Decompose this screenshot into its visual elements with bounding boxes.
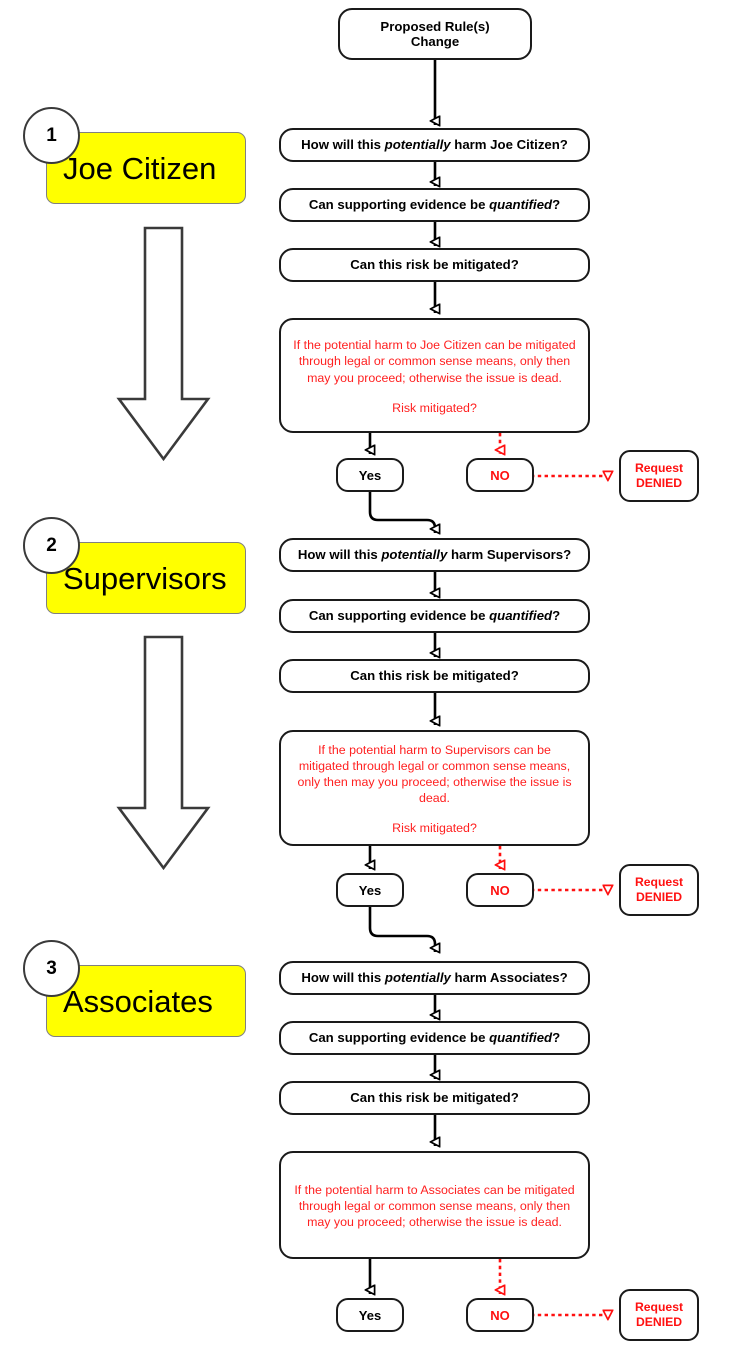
- denied-line-1a: Request: [634, 461, 684, 476]
- statement-box-3: If the potential harm to Associates can …: [279, 1151, 590, 1259]
- question-potential-harm-2: How will this potentially harm Superviso…: [279, 538, 590, 572]
- question-evidence-quantified-2: Can supporting evidence be quantified?: [279, 599, 590, 633]
- step-number-1: 1: [23, 107, 80, 164]
- statement-text-2: If the potential harm to Supervisors can…: [297, 742, 572, 806]
- title-line-2: Change: [410, 34, 460, 49]
- question-risk-mitigated-2: Can this risk be mitigated?: [279, 659, 590, 693]
- q1-em-3: potentially: [384, 970, 451, 986]
- q2-post-1: ?: [552, 197, 561, 213]
- q2-pre-1: Can supporting evidence be: [308, 197, 490, 213]
- question-text-3c: Can this risk be mitigated?: [350, 1090, 519, 1106]
- question-text-1a: How will this potentially harm Joe Citiz…: [301, 137, 568, 152]
- statement-box-2: If the potential harm to Supervisors can…: [279, 730, 590, 846]
- request-denied-box-3: Request DENIED: [619, 1289, 699, 1341]
- request-denied-box-1: Request DENIED: [619, 450, 699, 502]
- question-potential-harm-1: How will this potentially harm Joe Citiz…: [279, 128, 590, 162]
- question-text-2b2: Can supporting evidence be quantified?: [309, 608, 560, 623]
- q1-pre-3: How will this: [301, 970, 385, 986]
- q2-em-1: quantified: [489, 197, 553, 213]
- q1-post-3: harm Associates?: [450, 970, 568, 986]
- denied-line-2b: DENIED: [635, 890, 683, 904]
- question-text-3b3: Can supporting evidence be quantified?: [309, 1030, 560, 1045]
- q2-em-2: quantified: [489, 608, 553, 624]
- q1-pre-2: How will this: [297, 547, 382, 563]
- yes-box-1: Yes: [336, 458, 404, 492]
- question-text-3a: Can this risk be mitigated?: [350, 257, 519, 273]
- step-number-text-3: 3: [46, 957, 57, 979]
- q2-post-3: ?: [552, 1030, 561, 1046]
- question-text-2a: Can supporting evidence be quantified?: [309, 197, 560, 212]
- no-label-3: NO: [490, 1307, 510, 1323]
- q2-pre-3: Can supporting evidence be: [308, 1030, 490, 1046]
- denied-line-2a: Request: [634, 875, 684, 890]
- question-text-3a3: How will this potentially harm Associate…: [301, 970, 567, 985]
- group-label-text-3: Associates: [63, 983, 213, 1019]
- question-text-2a2: How will this potentially harm Superviso…: [298, 547, 571, 562]
- q2-pre-2: Can supporting evidence be: [308, 608, 490, 624]
- step-number-3: 3: [23, 940, 80, 997]
- q1-pre-1: How will this: [301, 137, 385, 153]
- question-risk-mitigated-3: Can this risk be mitigated?: [279, 1081, 590, 1115]
- big-down-arrow-icon-1: [116, 226, 211, 462]
- no-box-3: NO: [466, 1298, 534, 1332]
- denied-line-3a: Request: [634, 1300, 684, 1315]
- yes-box-3: Yes: [336, 1298, 404, 1332]
- question-text-3b: Can this risk be mitigated?: [350, 668, 519, 684]
- yes-box-2: Yes: [336, 873, 404, 907]
- question-potential-harm-3: How will this potentially harm Associate…: [279, 961, 590, 995]
- statement-question-1: Risk mitigated?: [392, 400, 477, 415]
- proposed-rules-change-box: Proposed Rule(s) Change: [338, 8, 532, 60]
- yes-label-1: Yes: [358, 467, 382, 483]
- flowchart-canvas: Proposed Rule(s) Change Joe Citizen 1 Ho…: [0, 0, 737, 1365]
- question-evidence-quantified-3: Can supporting evidence be quantified?: [279, 1021, 590, 1055]
- denied-line-1b: DENIED: [635, 476, 683, 490]
- no-label-1: NO: [490, 467, 510, 483]
- denied-line-3b: DENIED: [635, 1315, 683, 1329]
- statement-text-1: If the potential harm to Joe Citizen can…: [293, 338, 576, 385]
- step-number-2: 2: [23, 517, 80, 574]
- yes-label-2: Yes: [358, 882, 382, 898]
- statement-text-3: If the potential harm to Associates can …: [294, 1182, 575, 1230]
- no-box-1: NO: [466, 458, 534, 492]
- group-label-text-2: Supervisors: [63, 560, 227, 596]
- step-number-text-1: 1: [46, 124, 57, 146]
- q1-em-1: potentially: [384, 137, 451, 153]
- q1-post-2: harm Supervisors?: [447, 547, 572, 563]
- big-down-arrow-icon-2: [116, 635, 211, 871]
- title-line-1: Proposed Rule(s): [380, 18, 490, 34]
- step-number-text-2: 2: [46, 534, 57, 556]
- statement-question-2: Risk mitigated?: [392, 821, 477, 836]
- yes-label-3: Yes: [358, 1307, 382, 1323]
- request-denied-box-2: Request DENIED: [619, 864, 699, 916]
- q1-em-2: potentially: [381, 547, 448, 563]
- question-risk-mitigated-1: Can this risk be mitigated?: [279, 248, 590, 282]
- no-label-2: NO: [490, 882, 510, 898]
- question-evidence-quantified-1: Can supporting evidence be quantified?: [279, 188, 590, 222]
- no-box-2: NO: [466, 873, 534, 907]
- q2-em-3: quantified: [489, 1030, 553, 1046]
- q1-post-1: harm Joe Citizen?: [450, 137, 568, 153]
- statement-box-1: If the potential harm to Joe Citizen can…: [279, 318, 590, 433]
- q2-post-2: ?: [552, 608, 561, 624]
- group-label-text-1: Joe Citizen: [63, 150, 217, 186]
